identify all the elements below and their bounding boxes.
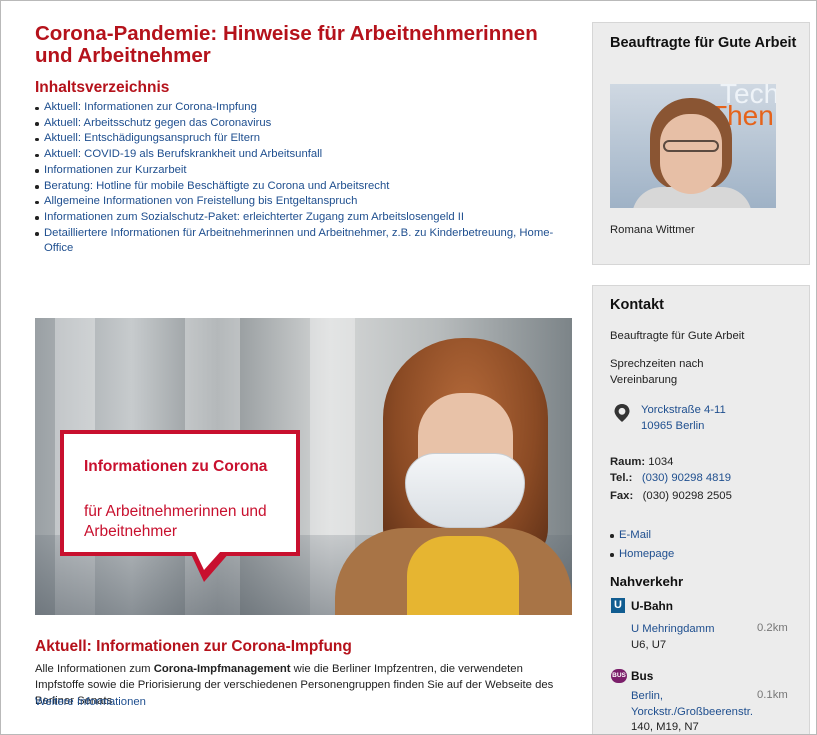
toc-item[interactable]: Aktuell: COVID-19 als Berufskrankheit un… — [35, 147, 575, 163]
phone-link[interactable]: (030) 90298 4819 — [642, 472, 731, 484]
main-content: Corona-Pandemie: Hinweise für Arbeitnehm… — [35, 23, 575, 257]
toc-item[interactable]: Informationen zur Kurzarbeit — [35, 163, 575, 179]
contact-box: Kontakt Beauftragte für Gute Arbeit Spre… — [592, 285, 810, 734]
woman-sweater — [407, 536, 519, 615]
page-frame: Corona-Pandemie: Hinweise für Arbeitnehm… — [0, 0, 817, 735]
contact-phone: Tel.: (030) 90298 4819 — [610, 472, 732, 484]
portrait-photo: Tech Then — [610, 84, 776, 208]
bus-label: Bus — [631, 669, 654, 683]
section-title: Aktuell: Informationen zur Corona-Impfun… — [35, 638, 352, 655]
email-link[interactable]: E-Mail — [610, 526, 674, 545]
bus-distance: 0.1km — [757, 689, 788, 701]
table-of-contents: Aktuell: Informationen zur Corona-Impfun… — [35, 100, 575, 257]
bubble-subline: für Arbeitnehmerinnen und Arbeitnehmer — [84, 503, 267, 540]
portrait-glasses — [663, 140, 719, 152]
contact-fax: Fax: (030) 90298 2505 — [610, 490, 732, 502]
ubahn-icon: U — [611, 598, 625, 613]
face-mask — [405, 453, 525, 528]
toc-item[interactable]: Detailliertere Informationen für Arbeitn… — [35, 226, 575, 257]
speech-bubble-tail-inner — [195, 551, 221, 570]
transit-title: Nahverkehr — [610, 574, 684, 589]
toc-item[interactable]: Aktuell: Entschädigungsanspruch für Elte… — [35, 131, 575, 147]
bus-icon: BUS — [611, 669, 627, 683]
toc-item[interactable]: Aktuell: Arbeitsschutz gegen das Coronav… — [35, 116, 575, 132]
bubble-headline: Informationen zu Corona — [84, 458, 268, 475]
toc-title: Inhaltsverzeichnis — [35, 79, 170, 96]
toc-item[interactable]: Aktuell: Informationen zur Corona-Impfun… — [35, 100, 575, 116]
page-title: Corona-Pandemie: Hinweise für Arbeitnehm… — [35, 22, 538, 67]
homepage-link[interactable]: Homepage — [610, 545, 674, 564]
contact-org: Beauftragte für Gute Arbeit — [610, 330, 745, 342]
contact-hours: Sprechzeiten nach Vereinbarung — [610, 358, 704, 386]
location-pin-icon — [614, 404, 630, 422]
person-name: Romana Wittmer — [610, 224, 695, 236]
person-box: Beauftragte für Gute Arbeit Tech Then Ro… — [592, 22, 810, 265]
contact-room: Raum: 1034 — [610, 456, 674, 468]
ubahn-stop[interactable]: U Mehringdamm U6, U7 — [631, 622, 715, 653]
toc-item[interactable]: Beratung: Hotline für mobile Beschäftigt… — [35, 179, 575, 195]
ubahn-label: U-Bahn — [631, 599, 673, 613]
ubahn-distance: 0.2km — [757, 622, 788, 634]
portrait-face — [660, 114, 722, 194]
toc-item[interactable]: Informationen zum Sozialschutz-Paket: er… — [35, 210, 575, 226]
hero-image: Informationen zu Corona für Arbeitnehmer… — [35, 318, 572, 615]
contact-links: E-Mail Homepage — [610, 526, 674, 564]
speech-bubble: Informationen zu Corona für Arbeitnehmer… — [60, 430, 300, 556]
bus-stop[interactable]: Berlin, Yorckstr./Großbeerenstr. 140, M1… — [631, 689, 761, 734]
more-info-link[interactable]: Weitere Informationen — [35, 695, 146, 711]
toc-item[interactable]: Allgemeine Informationen von Freistellun… — [35, 194, 575, 210]
contact-address[interactable]: Yorckstraße 4-11 10965 Berlin — [641, 402, 726, 434]
person-box-title: Beauftragte für Gute Arbeit — [610, 35, 797, 51]
contact-title: Kontakt — [610, 297, 664, 313]
